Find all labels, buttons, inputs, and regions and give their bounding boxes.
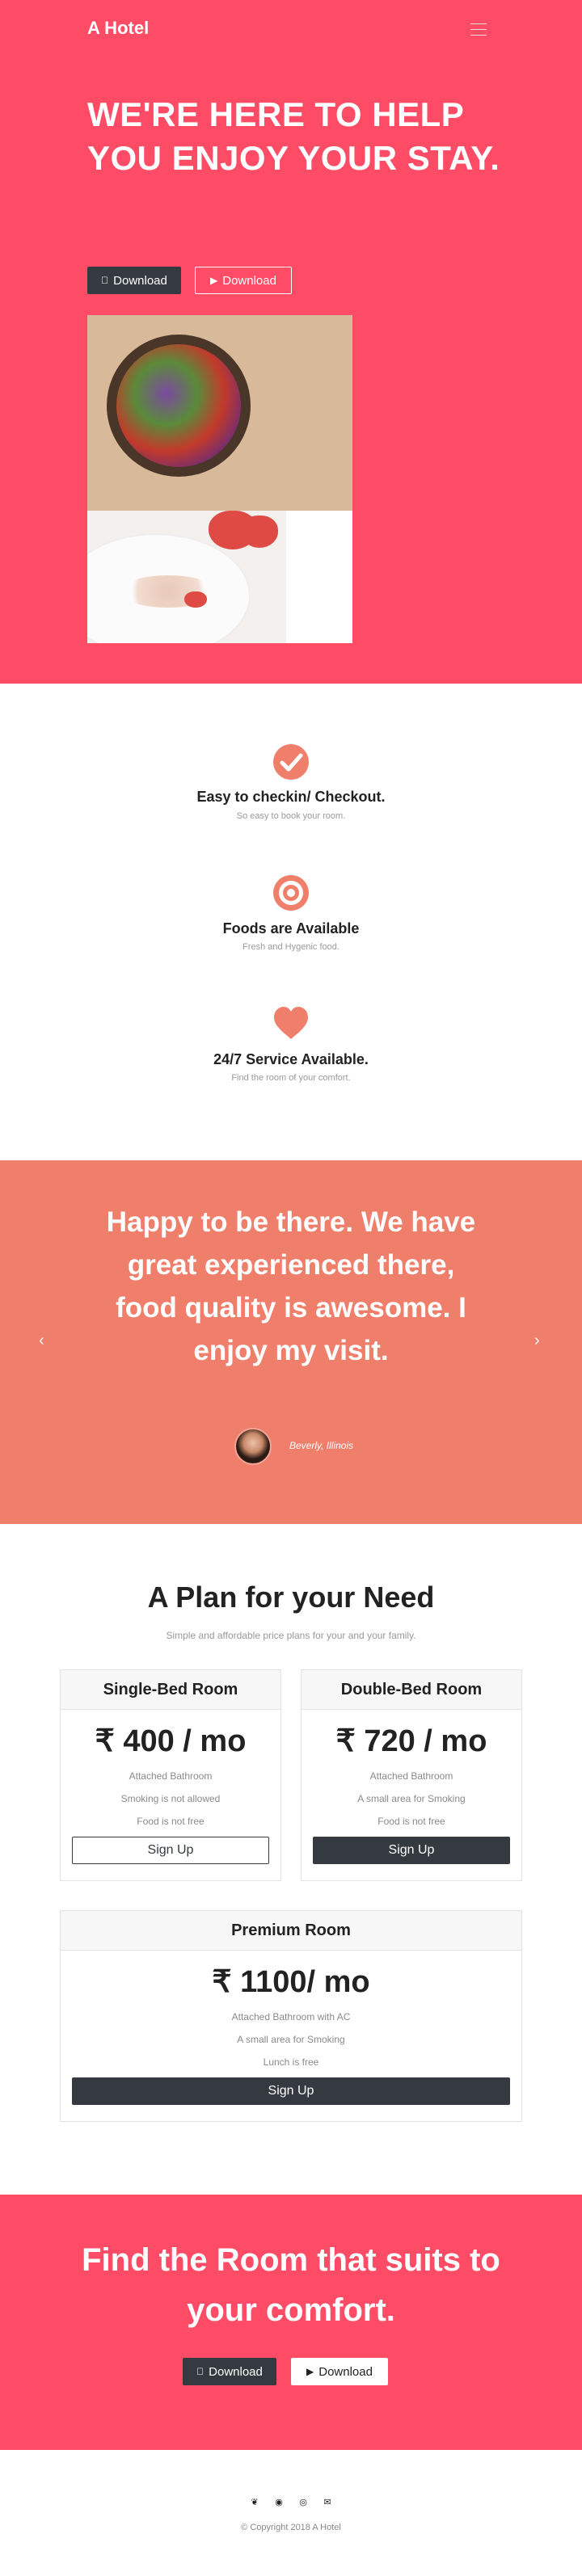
play-store-icon: ▶: [210, 275, 218, 286]
plan-feature: Attached Bathroom: [369, 1770, 453, 1782]
signup-button[interactable]: Sign Up: [72, 1837, 269, 1864]
apple-icon: : [101, 275, 108, 286]
pricing-subtitle: Simple and affordable price plans for yo…: [166, 1630, 416, 1641]
plan-feature: Smoking is not allowed: [120, 1793, 221, 1804]
email-icon[interactable]: ✉: [322, 2497, 333, 2508]
instagram-icon[interactable]: ◎: [297, 2497, 309, 2508]
hero-section: A Hotel WE'RE HERE TO HELP YOU ENJOY YOU…: [0, 0, 582, 684]
avatar: [234, 1428, 272, 1465]
download-label: Download: [205, 2364, 263, 2379]
plan-feature: A small area for Smoking: [237, 2034, 345, 2045]
feature-title: 24/7 Service Available.: [213, 1051, 369, 1067]
plan-name: Single-Bed Room: [61, 1670, 280, 1710]
twitter-icon[interactable]: ❦: [249, 2497, 260, 2508]
play-store-icon: ▶: [306, 2366, 314, 2377]
signup-button[interactable]: Sign Up: [72, 2077, 510, 2105]
plan-feature: Food is not free: [137, 1816, 205, 1827]
cta-title: Find the Room that suits to your comfort…: [82, 2242, 500, 2328]
plan-price: ₹ 1100/ mo: [212, 1965, 370, 1999]
heart-icon: [274, 1007, 308, 1039]
plan-name: Double-Bed Room: [302, 1670, 521, 1710]
menu-icon[interactable]: [470, 23, 487, 36]
testimonial-author: Beverly, Illinois: [289, 1440, 354, 1451]
plan-feature: Lunch is free: [263, 2056, 319, 2068]
plan-card-double: Double-Bed Room ₹ 720 / mo Attached Bath…: [301, 1669, 522, 1881]
plan-card-premium: Premium Room ₹ 1100/ mo Attached Bathroo…: [60, 1910, 522, 2122]
signup-button[interactable]: Sign Up: [313, 1837, 510, 1864]
download-play-button[interactable]: ▶ Download: [291, 2358, 388, 2385]
feature-title: Easy to checkin/ Checkout.: [196, 789, 386, 805]
image-gap: [286, 511, 352, 643]
facebook-icon[interactable]: ◉: [273, 2497, 285, 2508]
features-section: Easy to checkin/ Checkout. So easy to bo…: [0, 684, 582, 1160]
chevron-right-icon[interactable]: ›: [534, 1332, 540, 1350]
download-play-button[interactable]: ▶ Download: [195, 267, 292, 294]
pricing-section: A Plan for your Need Simple and affordab…: [0, 1524, 582, 2195]
download-apple-button[interactable]:  Download: [183, 2358, 276, 2385]
chevron-left-icon[interactable]: ‹: [39, 1332, 44, 1350]
download-apple-button[interactable]:  Download: [87, 267, 181, 294]
plan-price: ₹ 720 / mo: [335, 1724, 487, 1758]
plan-price: ₹ 400 / mo: [95, 1724, 247, 1758]
cta-section: Find the Room that suits to your comfort…: [0, 2195, 582, 2450]
plan-card-single: Single-Bed Room ₹ 400 / mo Attached Bath…: [60, 1669, 281, 1881]
testimonial-quote: Happy to be there. We have great experie…: [106, 1206, 476, 1366]
brand-logo[interactable]: A Hotel: [87, 18, 149, 39]
download-label: Download: [109, 273, 167, 288]
plan-feature: A small area for Smoking: [357, 1793, 466, 1804]
plan-name: Premium Room: [61, 1911, 521, 1951]
target-icon: [273, 875, 309, 911]
plan-feature: Attached Bathroom with AC: [231, 2011, 351, 2022]
footer: ❦ ◉ ◎ ✉ © Copyright 2018 A Hotel: [0, 2450, 582, 2576]
download-label: Download: [222, 273, 276, 288]
testimonial-section: ‹ Happy to be there. We have great exper…: [0, 1160, 582, 1524]
feature-title: Foods are Available: [222, 920, 360, 937]
hero-title: WE'RE HERE TO HELP YOU ENJOY YOUR STAY.: [87, 95, 500, 177]
dessert-image: [87, 511, 286, 643]
feature-desc: Find the room of your comfort.: [231, 1073, 351, 1083]
check-circle-icon: [273, 744, 309, 780]
plan-feature: Food is not free: [377, 1816, 445, 1827]
apple-icon: : [196, 2366, 204, 2377]
feature-desc: Fresh and Hygenic food.: [242, 942, 340, 952]
copyright: © Copyright 2018 A Hotel: [241, 2523, 341, 2532]
download-label: Download: [318, 2364, 373, 2379]
salad-bowl-image: [87, 315, 352, 511]
social-links: ❦ ◉ ◎ ✉: [0, 2497, 582, 2508]
pricing-title: A Plan for your Need: [147, 1581, 435, 1614]
feature-desc: So easy to book your room.: [236, 811, 346, 821]
plan-feature: Attached Bathroom: [129, 1770, 213, 1782]
